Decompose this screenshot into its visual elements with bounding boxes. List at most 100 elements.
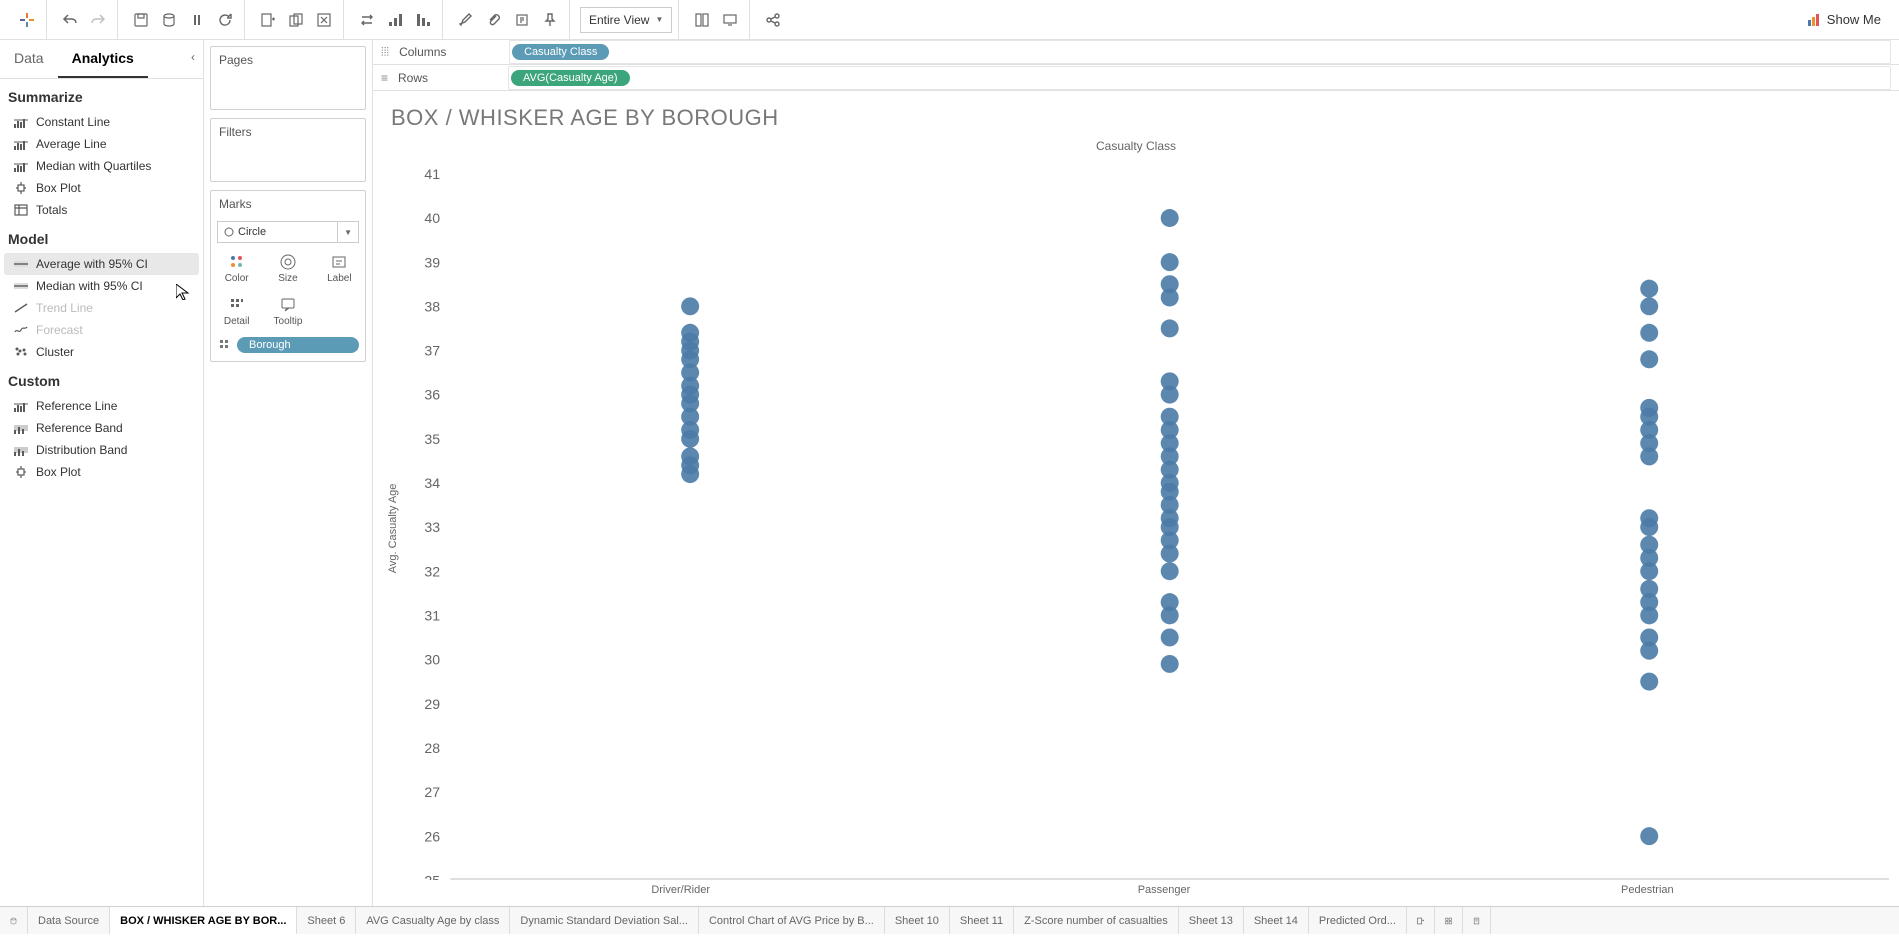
sort-desc-icon[interactable] bbox=[410, 7, 436, 33]
sheet-tab[interactable]: Control Chart of AVG Price by B... bbox=[699, 907, 885, 934]
swap-icon[interactable] bbox=[354, 7, 380, 33]
analytics-item[interactable]: Median with Quartiles bbox=[4, 155, 199, 177]
scatter-plot[interactable]: 2526272829303132333435363738394041 bbox=[399, 161, 1889, 880]
label-icon bbox=[330, 253, 348, 271]
sheet-tab[interactable]: Sheet 6 bbox=[297, 907, 356, 934]
analytics-item-icon bbox=[14, 204, 28, 216]
tab-analytics[interactable]: Analytics bbox=[58, 40, 148, 78]
analytics-item-label: Forecast bbox=[36, 323, 83, 337]
data-source-tab-icon[interactable] bbox=[0, 907, 28, 934]
show-labels-icon[interactable] bbox=[509, 7, 535, 33]
marks-color[interactable]: Color bbox=[211, 247, 262, 290]
sheet-tab[interactable]: Sheet 11 bbox=[950, 907, 1014, 934]
color-icon bbox=[228, 253, 246, 271]
attachment-icon[interactable] bbox=[481, 7, 507, 33]
columns-pill[interactable]: Casualty Class bbox=[512, 44, 609, 60]
sheet-tab[interactable]: Sheet 14 bbox=[1244, 907, 1309, 934]
pause-auto-updates-icon[interactable] bbox=[184, 7, 210, 33]
duplicate-icon[interactable] bbox=[283, 7, 309, 33]
analytics-item[interactable]: Reference Band bbox=[4, 417, 199, 439]
pin-icon[interactable] bbox=[537, 7, 563, 33]
analytics-item[interactable]: Average Line bbox=[4, 133, 199, 155]
viz-x-header: Casualty Class bbox=[373, 135, 1899, 161]
redo-icon[interactable] bbox=[85, 7, 111, 33]
analytics-item[interactable]: Reference Line bbox=[4, 395, 199, 417]
rows-shelf[interactable]: ≡ Rows AVG(Casualty Age) bbox=[373, 65, 1899, 90]
show-me-button[interactable]: Show Me bbox=[1797, 12, 1891, 27]
new-worksheet-icon[interactable] bbox=[255, 7, 281, 33]
sheet-tab[interactable]: Sheet 10 bbox=[885, 907, 950, 934]
mark-type-label: Circle bbox=[238, 226, 266, 238]
filters-shelf[interactable]: Filters bbox=[210, 118, 366, 182]
svg-text:25: 25 bbox=[424, 872, 440, 880]
rows-icon: ≡ bbox=[381, 71, 388, 85]
fit-mode-label: Entire View bbox=[589, 13, 649, 27]
analytics-item[interactable]: Totals bbox=[4, 199, 199, 221]
sheet-tab[interactable]: Sheet 13 bbox=[1179, 907, 1244, 934]
analytics-item-label: Trend Line bbox=[36, 301, 93, 315]
share-icon[interactable] bbox=[760, 7, 786, 33]
sort-asc-icon[interactable] bbox=[382, 7, 408, 33]
analytics-item-icon bbox=[14, 466, 28, 478]
tableau-logo-icon[interactable] bbox=[14, 7, 40, 33]
analytics-item[interactable]: Average with 95% CI bbox=[4, 253, 199, 275]
svg-text:29: 29 bbox=[424, 696, 440, 712]
analytics-item-icon bbox=[14, 400, 28, 412]
analytics-item-label: Average with 95% CI bbox=[36, 257, 148, 271]
x-category-label: Passenger bbox=[922, 884, 1405, 896]
svg-text:37: 37 bbox=[424, 342, 440, 358]
detail-pill-borough[interactable]: Borough bbox=[237, 337, 359, 353]
clear-sheet-icon[interactable] bbox=[311, 7, 337, 33]
new-data-source-icon[interactable] bbox=[156, 7, 182, 33]
analytics-item: Forecast bbox=[4, 319, 199, 341]
show-cards-icon[interactable] bbox=[689, 7, 715, 33]
new-story-icon[interactable] bbox=[1463, 907, 1491, 934]
marks-label[interactable]: Label bbox=[314, 247, 365, 290]
analytics-item[interactable]: Median with 95% CI bbox=[4, 275, 199, 297]
analytics-item-label: Distribution Band bbox=[36, 443, 127, 457]
new-sheet-icon[interactable] bbox=[1407, 907, 1435, 934]
fit-mode-select[interactable]: Entire View ▼ bbox=[580, 7, 672, 33]
sheet-tab[interactable]: AVG Casualty Age by class bbox=[356, 907, 510, 934]
save-icon[interactable] bbox=[128, 7, 154, 33]
collapse-sidebar-icon[interactable]: ‹ bbox=[183, 40, 203, 78]
highlight-icon[interactable] bbox=[453, 7, 479, 33]
size-icon bbox=[279, 253, 297, 271]
sheet-tab[interactable]: Predicted Ord... bbox=[1309, 907, 1407, 934]
analytics-item[interactable]: Box Plot bbox=[4, 461, 199, 483]
presentation-mode-icon[interactable] bbox=[717, 7, 743, 33]
marks-detail[interactable]: Detail bbox=[211, 290, 262, 333]
pages-label: Pages bbox=[211, 47, 365, 73]
analytics-item[interactable]: Box Plot bbox=[4, 177, 199, 199]
analytics-item-icon bbox=[14, 422, 28, 434]
marks-tooltip[interactable]: Tooltip bbox=[262, 290, 313, 333]
sheet-tab[interactable]: BOX / WHISKER AGE BY BOR... bbox=[110, 907, 297, 934]
sheet-tab[interactable]: Dynamic Standard Deviation Sal... bbox=[510, 907, 699, 934]
analytics-item-label: Average Line bbox=[36, 137, 107, 151]
viz-title[interactable]: BOX / WHISKER AGE BY BOROUGH bbox=[373, 91, 1899, 135]
tooltip-icon bbox=[279, 296, 297, 314]
sheet-tab[interactable]: Data Source bbox=[28, 907, 110, 934]
analytics-item-icon bbox=[14, 324, 28, 336]
rows-pill[interactable]: AVG(Casualty Age) bbox=[511, 70, 630, 86]
analytics-item[interactable]: Distribution Band bbox=[4, 439, 199, 461]
undo-icon[interactable] bbox=[57, 7, 83, 33]
svg-text:27: 27 bbox=[424, 784, 440, 800]
mark-type-select[interactable]: Circle ▼ bbox=[217, 221, 359, 243]
marks-label: Marks bbox=[211, 191, 365, 217]
analytics-item-icon bbox=[14, 280, 28, 292]
caret-down-icon: ▼ bbox=[337, 222, 352, 242]
analytics-item[interactable]: Cluster bbox=[4, 341, 199, 363]
analytics-item-label: Box Plot bbox=[36, 181, 81, 195]
analytics-item[interactable]: Constant Line bbox=[4, 111, 199, 133]
marks-size[interactable]: Size bbox=[262, 247, 313, 290]
pages-shelf[interactable]: Pages bbox=[210, 46, 366, 110]
columns-shelf[interactable]: ⦙⦙⦙ Columns Casualty Class bbox=[373, 40, 1899, 65]
tab-data[interactable]: Data bbox=[0, 40, 58, 78]
analytics-item-icon bbox=[14, 444, 28, 456]
analytics-item-icon bbox=[14, 182, 28, 194]
new-dashboard-icon[interactable] bbox=[1435, 907, 1463, 934]
run-update-icon[interactable] bbox=[212, 7, 238, 33]
sheet-tab[interactable]: Z-Score number of casualties bbox=[1014, 907, 1179, 934]
analytics-item-label: Totals bbox=[36, 203, 67, 217]
